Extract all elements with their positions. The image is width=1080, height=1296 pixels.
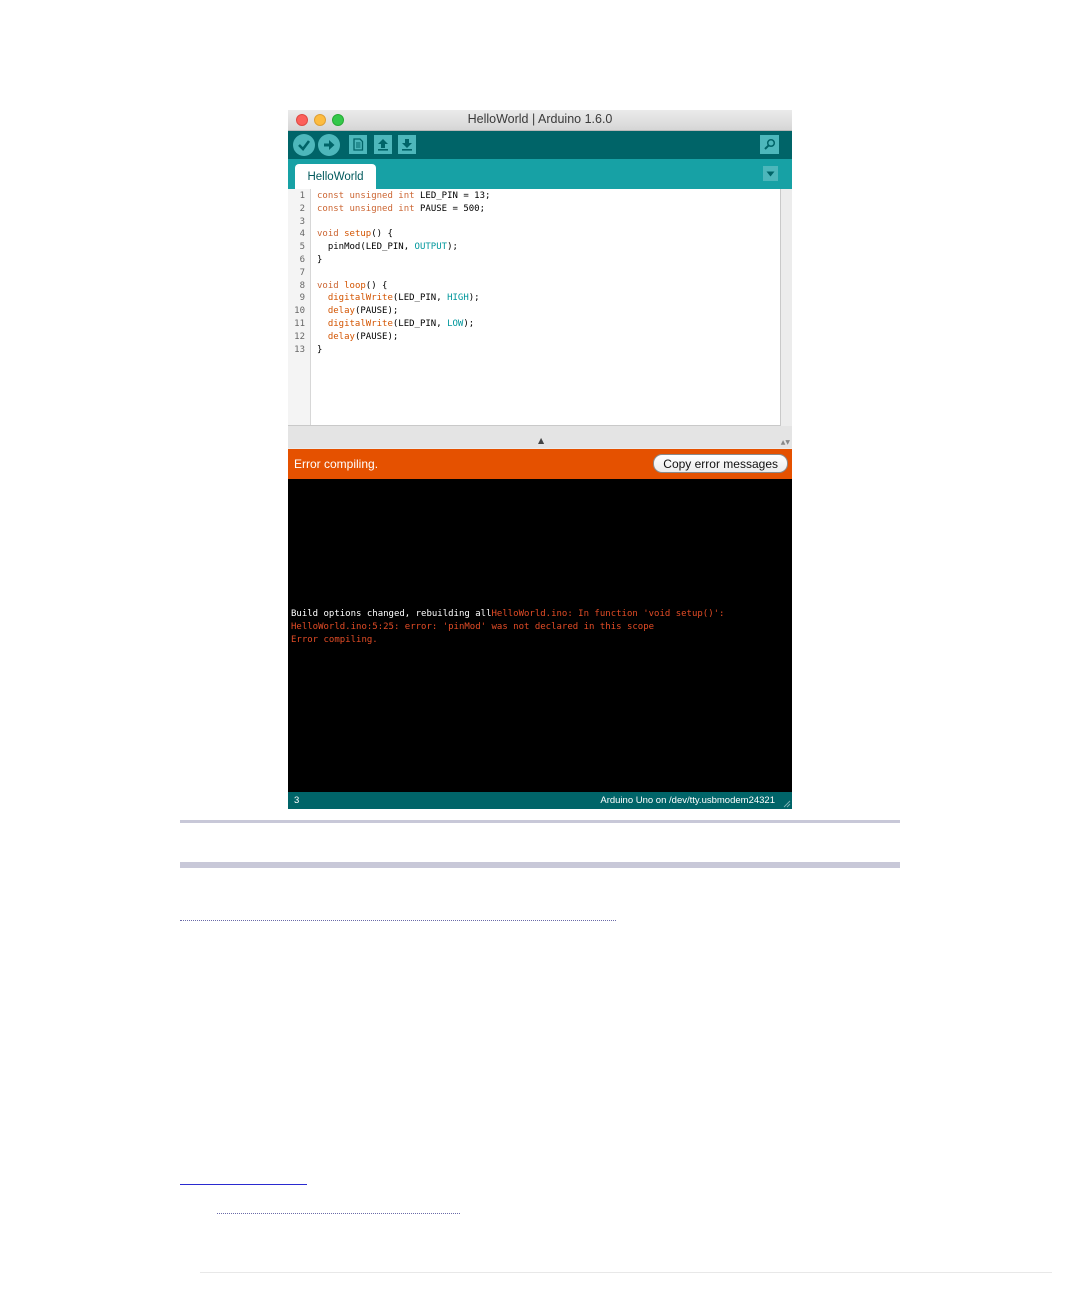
code-text: } xyxy=(317,255,323,265)
upload-button[interactable] xyxy=(318,134,340,156)
console-function-text: HelloWorld.ino: In function 'void setup(… xyxy=(491,609,725,619)
right-arrow-icon xyxy=(324,140,335,150)
status-message: Error compiling. xyxy=(294,457,379,471)
footnote-rule xyxy=(180,1184,307,1185)
verify-button[interactable] xyxy=(293,134,315,156)
footer-rule xyxy=(200,1272,1052,1273)
line-number: 12 xyxy=(294,331,305,342)
line-number: 3 xyxy=(299,216,305,227)
code-text: const unsigned int PAUSE = 500; xyxy=(317,203,486,214)
window-title: HelloWorld | Arduino 1.6.0 xyxy=(467,112,613,126)
open-arrow-up-icon xyxy=(378,139,388,151)
arduino-ide-window: HelloWorld | Arduino 1.6.0 HelloWorld 1 c… xyxy=(288,110,792,809)
save-sketch-button[interactable] xyxy=(398,135,416,154)
code-text: delay(PAUSE); xyxy=(327,331,399,342)
serial-monitor-button[interactable] xyxy=(760,135,779,154)
page-divider-thick xyxy=(180,862,900,868)
console-compile-error-line: Error compiling. xyxy=(291,635,378,645)
line-number: 4 xyxy=(299,229,305,240)
code-text: pinMod(LED_PIN, OUTPUT); xyxy=(317,242,458,253)
current-line-number: 3 xyxy=(294,795,300,806)
line-number: 11 xyxy=(294,319,305,329)
console-line: Build options changed, rebuilding allHel… xyxy=(291,608,724,621)
line-number: 2 xyxy=(299,203,305,214)
line-number: 13 xyxy=(294,344,305,355)
chevron-down-icon xyxy=(766,171,775,176)
board-port-info: Arduino Uno on /dev/tty.usbmodem24321 xyxy=(600,795,775,806)
resize-grip-icon[interactable] xyxy=(783,800,791,808)
code-text: } xyxy=(317,344,323,355)
code-text: const unsigned int LED_PIN = 13; xyxy=(317,191,491,201)
page-divider xyxy=(180,820,900,823)
console-error-line: HelloWorld.ino:5:25: error: 'pinMod' was… xyxy=(291,622,655,632)
dotted-leader xyxy=(217,1213,460,1214)
code-text: delay(PAUSE); xyxy=(327,306,399,317)
new-sketch-button[interactable] xyxy=(349,135,367,154)
tab-helloworld[interactable]: HelloWorld xyxy=(295,164,376,189)
code-text: digitalWrite(LED_PIN, HIGH); xyxy=(327,293,480,304)
toolbar xyxy=(288,131,792,159)
code-editor[interactable]: 1 const unsigned int LED_PIN = 13; 2 const … xyxy=(288,189,781,426)
magnifier-icon xyxy=(763,138,775,150)
new-file-icon xyxy=(353,138,364,151)
title-bar: HelloWorld | Arduino 1.6.0 xyxy=(288,110,792,131)
error-status-bar: Error compiling. Copy error messages xyxy=(288,449,792,479)
line-number: 8 xyxy=(299,280,305,291)
bottom-status-bar: 3 Arduino Uno on /dev/tty.usbmodem24321 xyxy=(288,792,792,809)
code-text: void setup() { xyxy=(317,229,393,240)
console-build-text: Build options changed, rebuilding all xyxy=(291,609,492,619)
line-number: 10 xyxy=(294,306,305,317)
line-number: 7 xyxy=(299,267,305,278)
code-text: digitalWrite(LED_PIN, LOW); xyxy=(327,319,475,329)
dotted-leader xyxy=(180,920,616,921)
code-text: void loop() { xyxy=(317,280,388,291)
line-number: 6 xyxy=(299,255,305,265)
copy-error-messages-button[interactable]: Copy error messages xyxy=(653,454,788,473)
save-arrow-down-icon xyxy=(402,139,412,151)
resize-arrows-icon: ▲▼ xyxy=(780,439,790,446)
checkmark-icon xyxy=(298,140,311,151)
tab-menu-button[interactable] xyxy=(763,166,778,181)
line-number: 9 xyxy=(299,293,305,304)
line-number: 1 xyxy=(299,191,305,201)
tab-bar: HelloWorld xyxy=(288,159,792,189)
open-sketch-button[interactable] xyxy=(374,135,392,154)
console-output[interactable]: Build options changed, rebuilding allHel… xyxy=(288,479,792,792)
splitter-up-arrow-icon[interactable]: ▲ xyxy=(538,436,544,445)
line-number: 5 xyxy=(299,242,305,253)
